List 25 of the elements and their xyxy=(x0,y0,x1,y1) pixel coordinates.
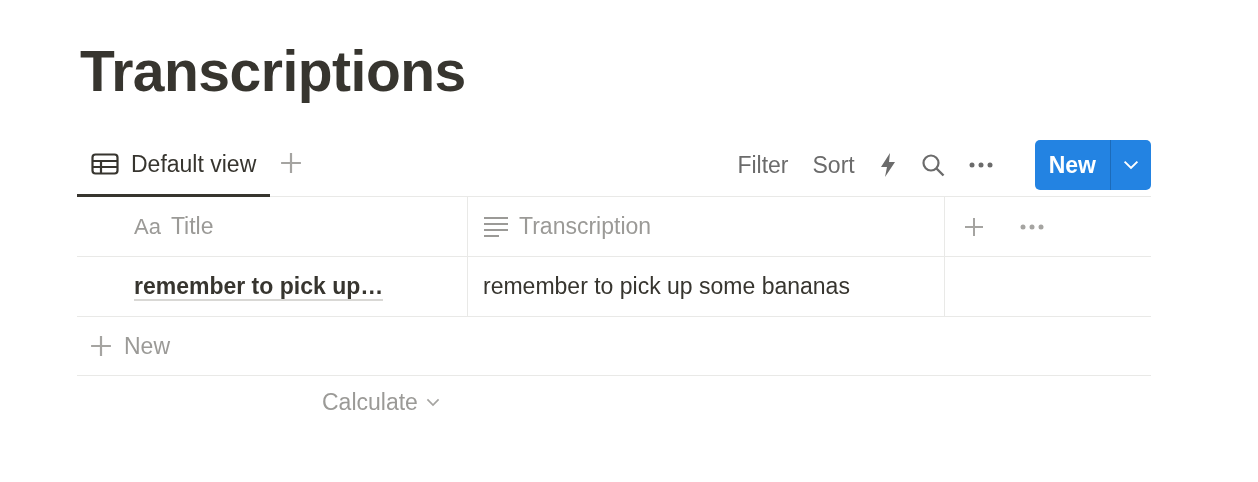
more-icon[interactable] xyxy=(968,162,993,168)
column-header[interactable]: Aa Title xyxy=(77,197,468,256)
page-title-link[interactable]: remember to pick up… xyxy=(134,272,384,301)
sort-button[interactable]: Sort xyxy=(812,151,855,179)
table-cell: remember to pick up some bananas xyxy=(483,273,850,300)
new-button[interactable]: New xyxy=(1034,140,1151,190)
page-title: Transcriptions xyxy=(80,38,467,104)
column-type-label: Aa xyxy=(134,213,161,240)
filter-button[interactable]: Filter xyxy=(737,151,789,179)
table-icon xyxy=(91,153,119,175)
chevron-icon xyxy=(1123,160,1139,170)
new-row-button[interactable]: New xyxy=(77,317,1151,376)
more-icon[interactable] xyxy=(1020,223,1044,230)
text-lines-icon xyxy=(483,215,509,238)
column-label: Title xyxy=(170,213,214,240)
search-icon[interactable] xyxy=(920,153,945,177)
plus-icon[interactable] xyxy=(964,216,984,237)
view-tab[interactable]: Default view xyxy=(77,134,271,197)
plus-icon[interactable] xyxy=(280,152,303,174)
calculate-button[interactable]: Calculate xyxy=(322,389,440,416)
lightning-icon[interactable] xyxy=(878,152,897,178)
column-header[interactable]: Transcription xyxy=(468,197,945,256)
column-label: Transcription xyxy=(519,213,652,240)
chevron-icon xyxy=(425,398,440,407)
plus-icon[interactable] xyxy=(90,335,112,357)
